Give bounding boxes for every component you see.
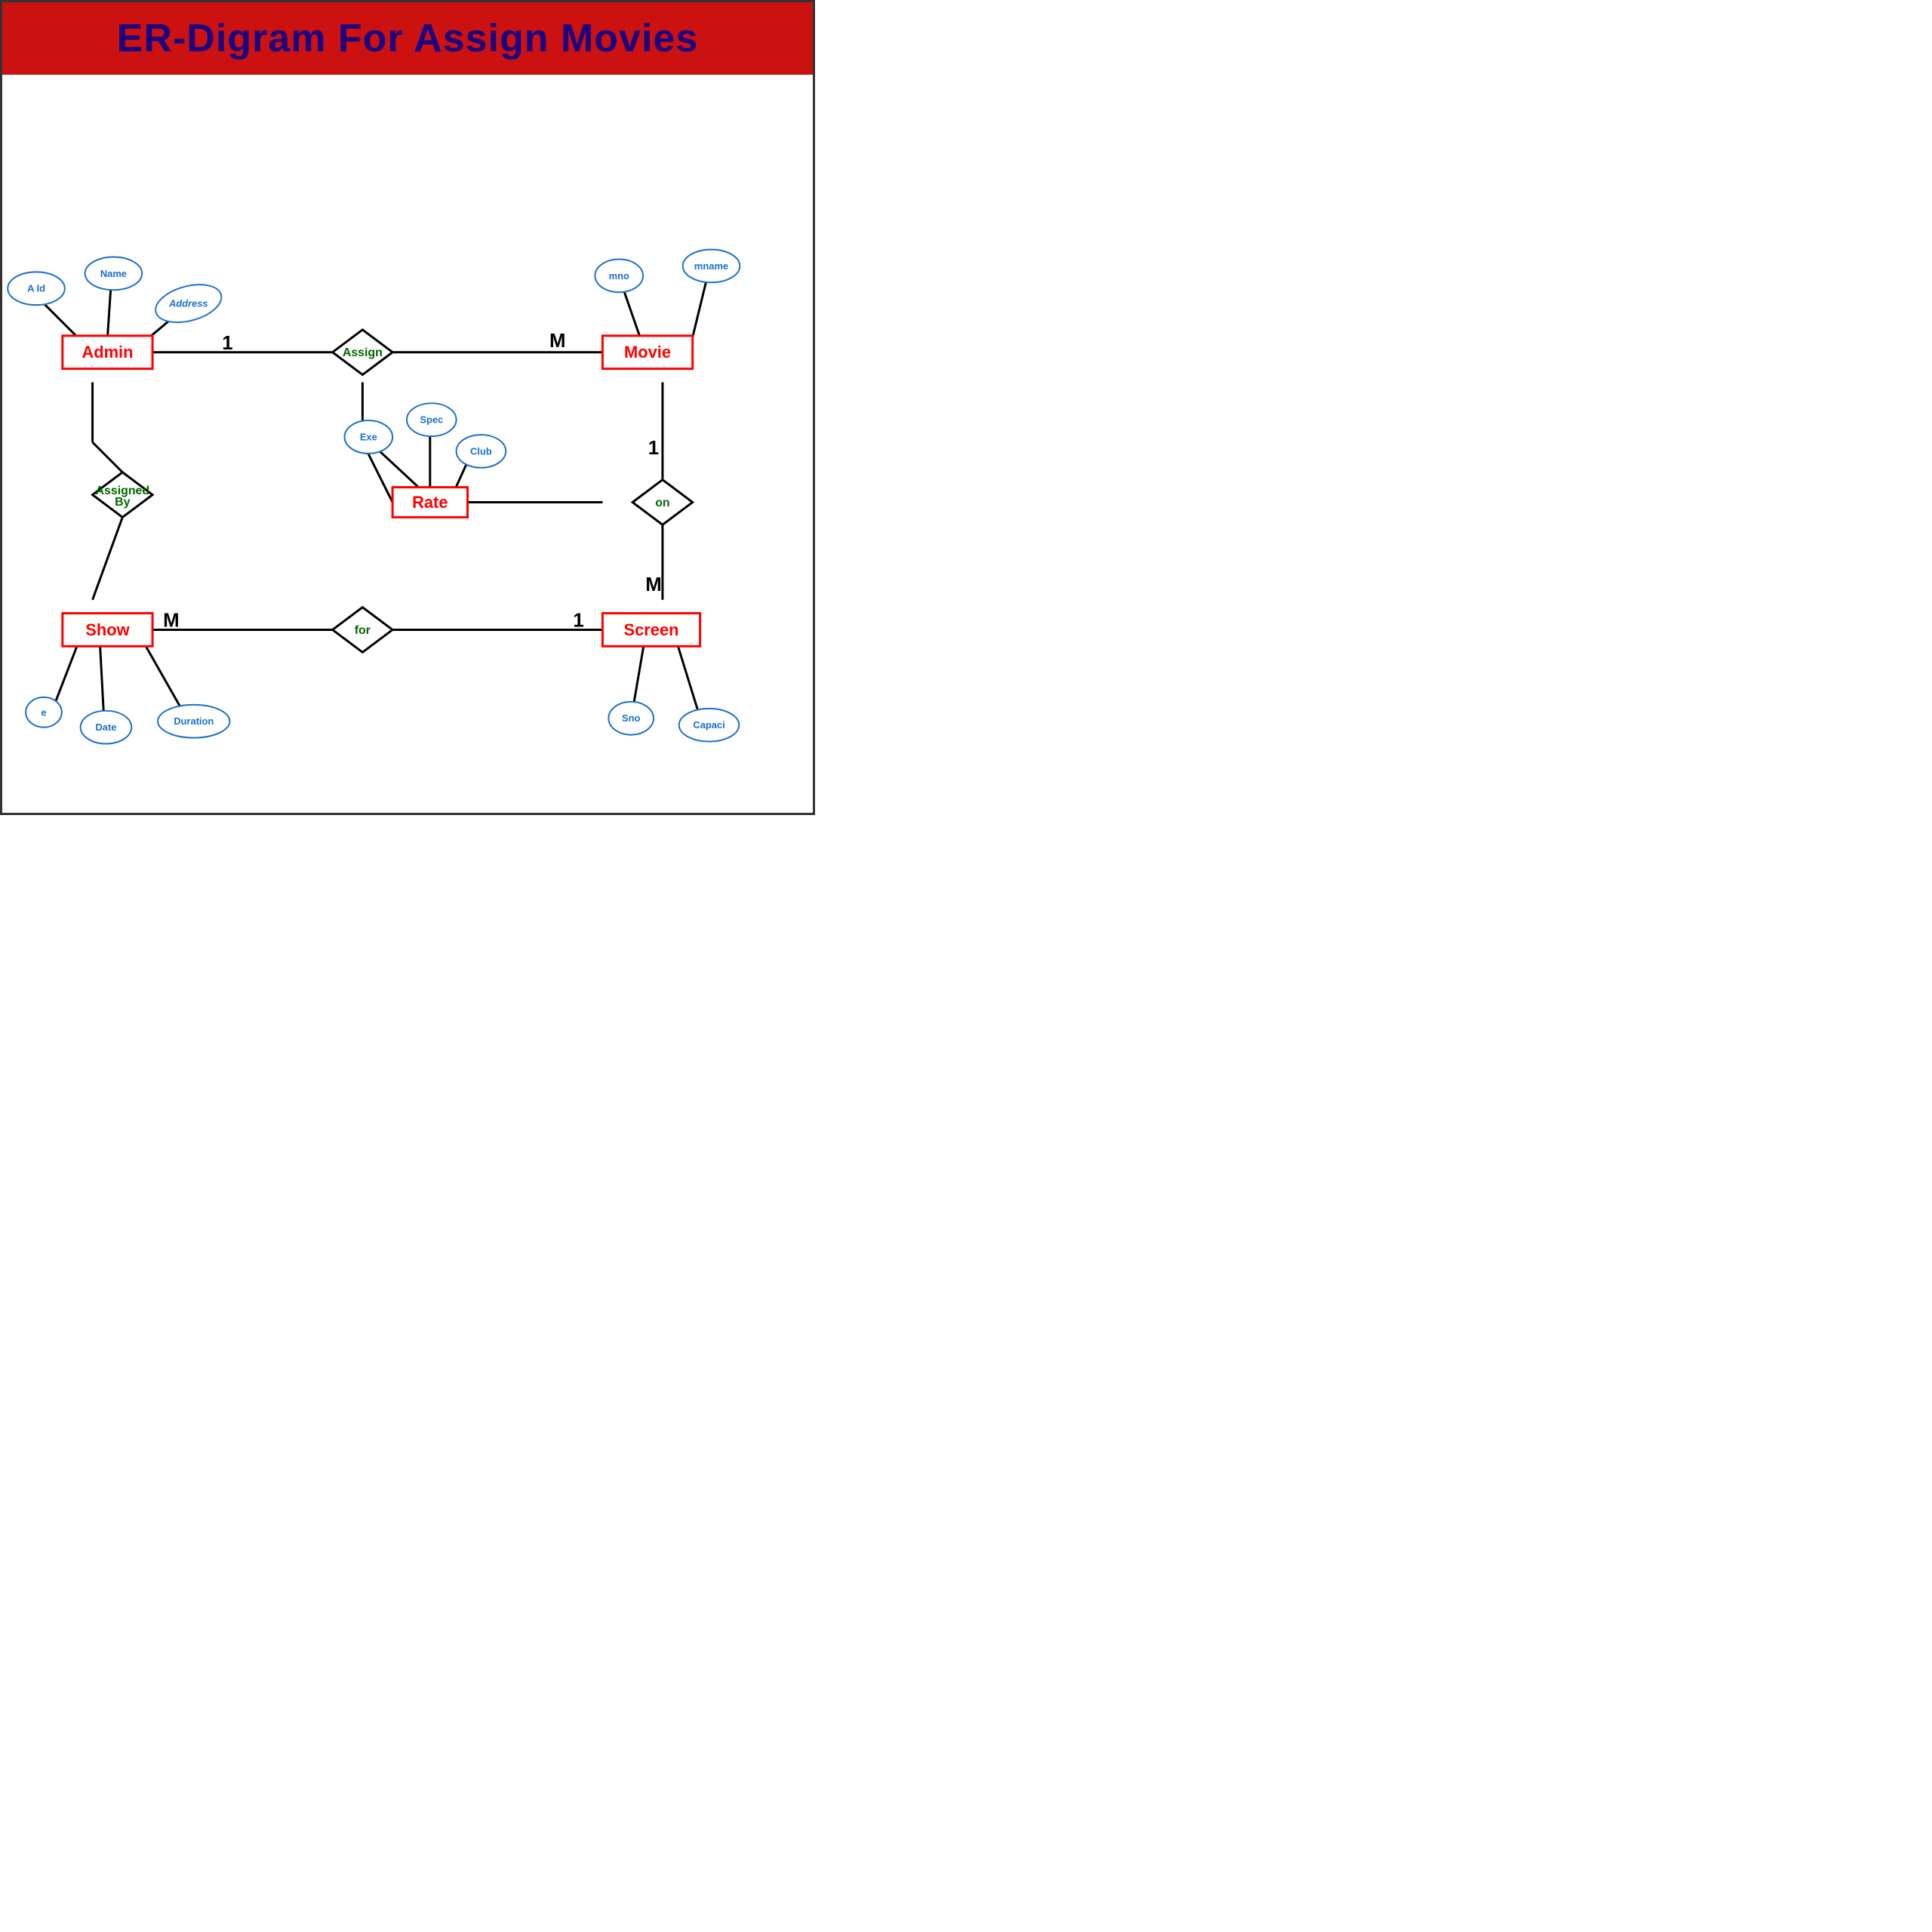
rel-on: on [632,480,693,525]
svg-text:Duration: Duration [174,715,214,727]
attr-club: Club [457,435,506,468]
svg-text:A Id: A Id [27,283,45,294]
svg-text:Date: Date [95,721,116,733]
attr-stime: e [26,697,62,728]
svg-text:on: on [655,497,669,509]
attr-aname: Name [85,257,143,291]
attr-date: Date [81,711,132,744]
attr-mname: mname [683,250,740,283]
rel-assign: Assign [333,330,393,375]
entity-rate: Rate [392,488,467,518]
attr-spec: Spec [407,403,457,436]
card-movie-on: 1 [648,438,659,459]
attr-duration: Duration [158,705,229,738]
card-movie-assign: M [549,331,566,352]
svg-text:Rate: Rate [412,493,448,512]
svg-text:Club: Club [470,445,492,457]
svg-text:Spec: Spec [420,414,443,426]
svg-text:for: for [355,624,371,637]
attr-exe: Exe [345,420,393,454]
svg-text:Exe: Exe [360,432,377,443]
svg-text:Movie: Movie [624,343,671,361]
card-admin-assign: 1 [222,333,232,354]
attr-address: Address [152,278,226,328]
entity-admin: Admin [63,336,152,369]
svg-text:mname: mname [694,260,728,272]
card-screen-for: 1 [573,611,583,632]
svg-text:mno: mno [609,270,629,281]
card-screen-on: M [645,574,662,595]
page-title: ER-Digram For Assign Movies [10,16,805,61]
attr-aid: A Id [8,272,65,305]
header: ER-Digram For Assign Movies [2,2,813,75]
svg-text:Assign: Assign [343,346,383,359]
entity-screen: Screen [602,614,700,647]
card-show-for: M [163,611,180,632]
svg-text:By: By [115,496,130,509]
svg-text:Admin: Admin [82,343,133,361]
diagram-area: Admin Movie Rate Show Screen Assign [2,75,813,810]
svg-text:Address: Address [168,298,208,309]
attr-sno: Sno [608,702,654,735]
entity-show: Show [63,614,152,647]
svg-text:e: e [41,706,46,718]
svg-text:Sno: Sno [622,712,640,724]
attr-capacity: Capaci [679,709,740,742]
attr-mno: mno [595,259,643,292]
rel-for: for [333,608,393,653]
svg-text:Screen: Screen [624,620,679,639]
svg-text:Name: Name [100,268,127,279]
rel-assigned-by: Assigned By [93,472,153,518]
entity-movie: Movie [602,336,692,369]
svg-text:Capaci: Capaci [693,719,724,731]
svg-text:Show: Show [85,620,130,639]
